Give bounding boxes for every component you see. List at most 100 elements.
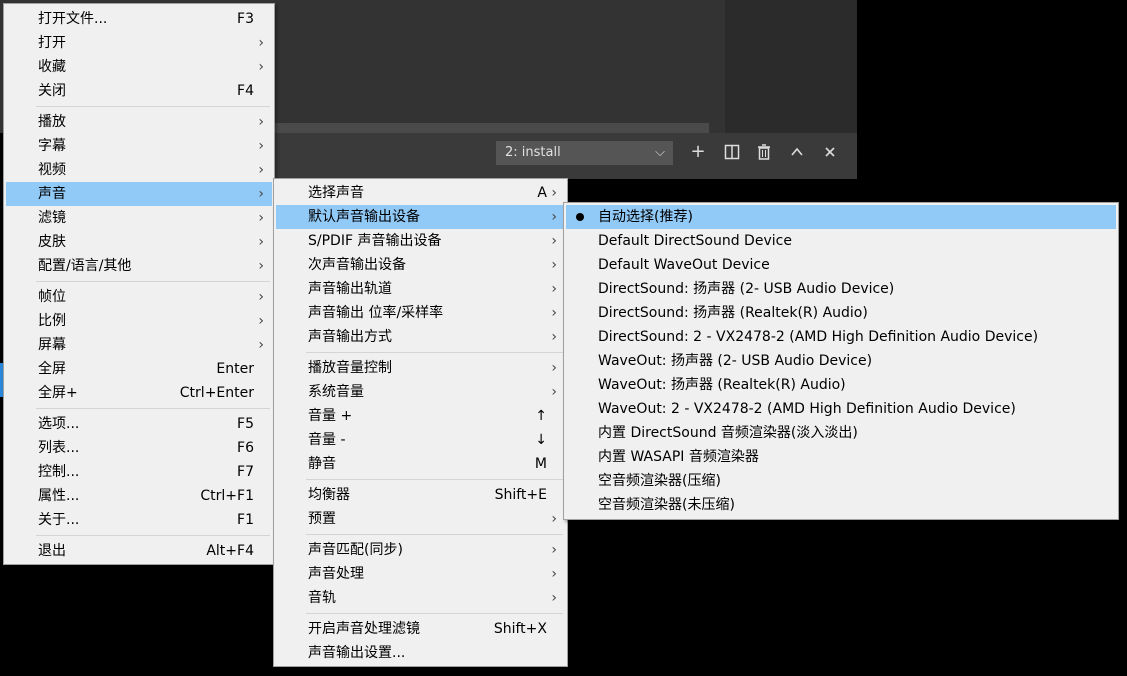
menu-item-label: 属性... — [38, 488, 80, 504]
menu-item[interactable]: 声音输出方式 › — [276, 325, 565, 349]
trash-icon[interactable] — [753, 141, 775, 163]
menu-item[interactable]: WaveOut: 扬声器 (Realtek(R) Audio) — [566, 373, 1116, 397]
menu-item-label: 系统音量 — [308, 384, 364, 400]
menu-item[interactable]: DirectSound: 2 - VX2478-2 (AMD High Defi… — [566, 325, 1116, 349]
menu-item[interactable]: 打开文件... F3 — [6, 7, 272, 31]
menu-item[interactable]: 列表... F6 — [6, 436, 272, 460]
menu-item[interactable]: S/PDIF 声音输出设备 › — [276, 229, 565, 253]
menu-item-shortcut: Shift+X — [493, 621, 547, 637]
plus-icon[interactable]: + — [687, 141, 709, 163]
menu-item-label: 均衡器 — [308, 487, 350, 503]
menu-item-label: 选择声音 — [308, 185, 364, 201]
split-view-icon[interactable] — [721, 141, 743, 163]
menu-item-label: WaveOut: 2 - VX2478-2 (AMD High Definiti… — [598, 401, 1016, 417]
menu-item[interactable]: 退出 Alt+F4 — [6, 539, 272, 563]
menu-item-label: 声音输出轨道 — [308, 281, 392, 297]
menu-item-label: 滤镜 — [38, 210, 66, 226]
menu-item[interactable]: WaveOut: 扬声器 (2- USB Audio Device) — [566, 349, 1116, 373]
menu-item-label: 配置/语言/其他 — [38, 258, 132, 274]
chevron-right-icon: › — [551, 542, 557, 558]
chevron-right-icon: › — [551, 281, 557, 297]
menu-item-shortcut: Shift+E — [494, 487, 547, 503]
menu-item-label: 视频 — [38, 162, 66, 178]
menu-item[interactable]: 声音 › — [6, 182, 272, 206]
menu-item-label: WaveOut: 扬声器 (2- USB Audio Device) — [598, 353, 873, 369]
menu-item[interactable]: DirectSound: 扬声器 (2- USB Audio Device) — [566, 277, 1116, 301]
menu-item[interactable]: 字幕 › — [6, 134, 272, 158]
menu-item-label: 打开文件... — [38, 11, 108, 27]
menu-item[interactable]: 全屏+ Ctrl+Enter — [6, 381, 272, 405]
menu-item[interactable]: 全屏 Enter — [6, 357, 272, 381]
menu-item[interactable]: 音量 - ↓ — [276, 428, 565, 452]
menu-item[interactable]: 声音输出 位率/采样率 › — [276, 301, 565, 325]
menu-item-label: 内置 WASAPI 音频渲染器 — [598, 449, 759, 465]
menu-item[interactable]: 关于... F1 — [6, 508, 272, 532]
menu-item[interactable]: 关闭 F4 — [6, 79, 272, 103]
menu-item[interactable]: 均衡器 Shift+E — [276, 483, 565, 507]
menu-item-label: 字幕 — [38, 138, 66, 154]
chevron-right-icon: › — [258, 138, 264, 154]
menu-item[interactable]: WaveOut: 2 - VX2478-2 (AMD High Definiti… — [566, 397, 1116, 421]
menu-item[interactable]: 内置 DirectSound 音频渲染器(淡入淡出) — [566, 421, 1116, 445]
menu-item-shortcut: F5 — [237, 416, 254, 432]
menu-item[interactable]: 属性... Ctrl+F1 — [6, 484, 272, 508]
menu-item[interactable]: 播放 › — [6, 110, 272, 134]
menu-item[interactable]: 播放音量控制 › — [276, 356, 565, 380]
menu-item-label: S/PDIF 声音输出设备 — [308, 233, 442, 249]
chevron-right-icon: › — [258, 114, 264, 130]
chevron-right-icon: › — [258, 162, 264, 178]
menu-item[interactable]: 收藏 › — [6, 55, 272, 79]
menu-item-shortcut: Alt+F4 — [206, 543, 254, 559]
menu-item[interactable]: 内置 WASAPI 音频渲染器 — [566, 445, 1116, 469]
close-icon[interactable] — [819, 141, 841, 163]
menu-separator — [36, 106, 270, 107]
menu-item-label: 声音输出设置... — [308, 645, 406, 661]
chevron-right-icon: › — [551, 209, 557, 225]
menu-item[interactable]: 音量 + ↑ — [276, 404, 565, 428]
menu-item[interactable]: 系统音量 › — [276, 380, 565, 404]
menu-item[interactable]: 默认声音输出设备 › — [276, 205, 565, 229]
chevron-right-icon: › — [551, 305, 557, 321]
menu-item-label: DirectSound: 扬声器 (Realtek(R) Audio) — [598, 305, 868, 321]
menu-item[interactable]: 声音输出设置... — [276, 641, 565, 665]
menu-item-shortcut: M — [534, 456, 547, 472]
menu-item[interactable]: 预置 › — [276, 507, 565, 531]
menu-item[interactable]: 声音匹配(同步) › — [276, 538, 565, 562]
menu-item[interactable]: 声音输出轨道 › — [276, 277, 565, 301]
menu-item[interactable]: 控制... F7 — [6, 460, 272, 484]
menu-item-label: 预置 — [308, 511, 336, 527]
menu-item[interactable]: 静音 M — [276, 452, 565, 476]
menu-item[interactable]: 自动选择(推荐) — [566, 205, 1116, 229]
menu-item[interactable]: Default WaveOut Device — [566, 253, 1116, 277]
menu-item[interactable]: 打开 › — [6, 31, 272, 55]
menu-item[interactable]: 空音频渲染器(压缩) — [566, 469, 1116, 493]
chevron-up-icon[interactable] — [786, 141, 808, 163]
chevron-right-icon: › — [551, 360, 557, 376]
menu-item-shortcut: A — [537, 185, 547, 201]
menu-item-label: 播放音量控制 — [308, 360, 392, 376]
menu-item[interactable]: 选择声音 A › — [276, 181, 565, 205]
menu-item-label: 声音匹配(同步) — [308, 542, 403, 558]
chevron-right-icon: › — [551, 185, 557, 201]
menu-item[interactable]: 选项... F5 — [6, 412, 272, 436]
menu-item[interactable]: 声音处理 › — [276, 562, 565, 586]
menu-item[interactable]: 配置/语言/其他 › — [6, 254, 272, 278]
chevron-right-icon: › — [258, 186, 264, 202]
menu-item-label: 声音输出 位率/采样率 — [308, 305, 444, 321]
menu-item[interactable]: 视频 › — [6, 158, 272, 182]
menu-item[interactable]: 皮肤 › — [6, 230, 272, 254]
menu-item[interactable]: 音轨 › — [276, 586, 565, 610]
menu-item[interactable]: 次声音输出设备 › — [276, 253, 565, 277]
menu-item[interactable]: 空音频渲染器(未压缩) — [566, 493, 1116, 517]
menu-item[interactable]: DirectSound: 扬声器 (Realtek(R) Audio) — [566, 301, 1116, 325]
menu-item[interactable]: 帧位 › — [6, 285, 272, 309]
menu-item[interactable]: Default DirectSound Device — [566, 229, 1116, 253]
menu-item-label: DirectSound: 2 - VX2478-2 (AMD High Defi… — [598, 329, 1039, 345]
menu-item-label: 列表... — [38, 440, 80, 456]
chevron-right-icon: › — [258, 313, 264, 329]
terminal-select-dropdown[interactable]: 2: install ⌵ — [496, 141, 673, 165]
menu-item[interactable]: 屏幕 › — [6, 333, 272, 357]
menu-item[interactable]: 比例 › — [6, 309, 272, 333]
menu-item[interactable]: 开启声音处理滤镜 Shift+X — [276, 617, 565, 641]
menu-item[interactable]: 滤镜 › — [6, 206, 272, 230]
